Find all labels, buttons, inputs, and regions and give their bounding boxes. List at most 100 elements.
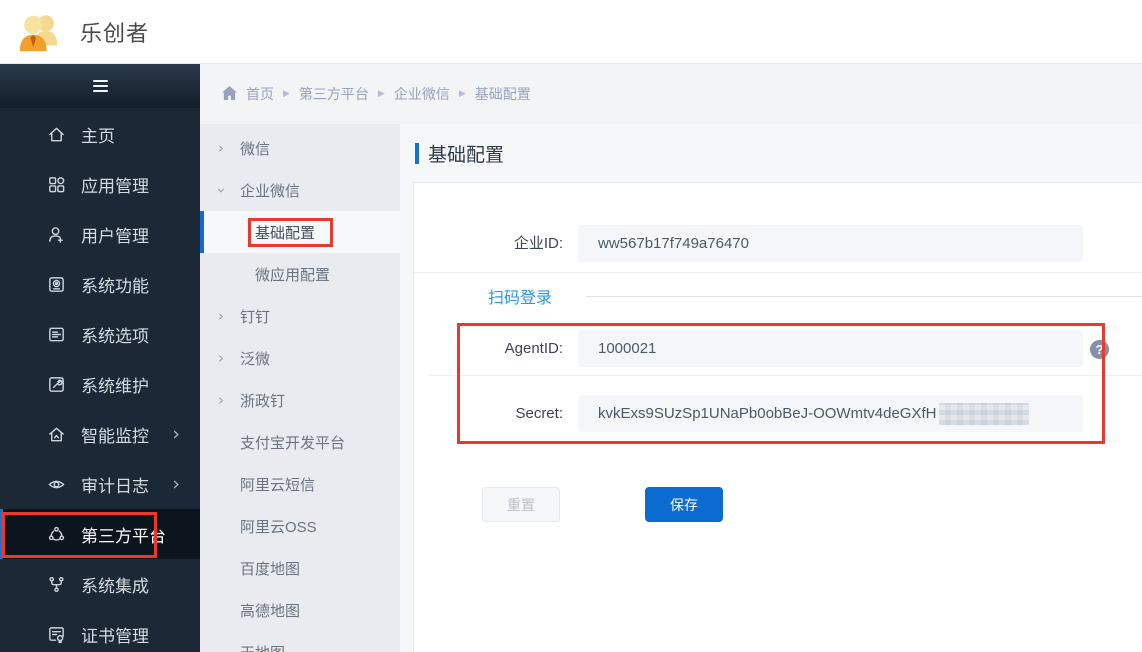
agent-id-input[interactable]: 1000021 — [578, 330, 1083, 367]
webcam-icon — [46, 274, 66, 294]
submenu-item-gaode-map[interactable]: 高德地图 — [200, 589, 400, 631]
breadcrumb: 首页 ▶ 第三方平台 ▶ 企业微信 ▶ 基础配置 — [222, 84, 531, 104]
reset-button[interactable]: 重置 — [482, 487, 560, 522]
chevron-right-icon: › — [218, 393, 240, 408]
submenu-item-tianditu[interactable]: 天地图 — [200, 631, 400, 652]
sidebar-item-system-maintenance[interactable]: 系统维护 — [0, 359, 200, 409]
submenu-item-label: 浙政钉 — [240, 390, 285, 411]
chevron-down-icon: › — [218, 183, 240, 198]
apps-grid-icon — [46, 174, 66, 194]
sidebar: 主页 应用管理 用户管理 系统功能 系统选项 — [0, 64, 200, 652]
submenu-item-label: 基础配置 — [255, 222, 315, 243]
submenu-item-label: 支付宝开发平台 — [240, 432, 345, 453]
sidebar-item-user-management[interactable]: 用户管理 — [0, 209, 200, 259]
breadcrumb-item[interactable]: 基础配置 — [475, 84, 531, 104]
app-header: 乐创者 — [0, 0, 1142, 64]
sidebar-item-third-party-platform[interactable]: 第三方平台 — [0, 509, 200, 559]
sidebar-item-home[interactable]: 主页 — [0, 109, 200, 159]
submenu-item-basic-config[interactable]: 基础配置 — [200, 211, 400, 253]
secret-input[interactable]: kvkExs9SUzSp1UNaPb0obBeJ-OOWmtv4deGXfH — [578, 395, 1083, 432]
sidebar-item-system-integration[interactable]: 系统集成 — [0, 559, 200, 609]
row-divider — [430, 375, 1142, 376]
secret-value: kvkExs9SUzSp1UNaPb0obBeJ-OOWmtv4deGXfH — [598, 395, 936, 432]
submenu-item-aliyun-sms[interactable]: 阿里云短信 — [200, 463, 400, 505]
save-button[interactable]: 保存 — [645, 487, 723, 522]
corp-id-label: 企业ID: — [420, 225, 563, 262]
submenu-item-wechat[interactable]: › 微信 — [200, 127, 400, 169]
corp-id-input[interactable]: ww567b17f749a76470 — [578, 225, 1083, 262]
brand-logo-icon — [16, 8, 62, 56]
breadcrumb-bar: 首页 ▶ 第三方平台 ▶ 企业微信 ▶ 基础配置 — [200, 64, 1142, 124]
integration-branch-icon — [46, 574, 66, 594]
submenu-item-zhezhengding[interactable]: › 浙政钉 — [200, 379, 400, 421]
sidebar-item-label: 系统选项 — [81, 322, 149, 347]
chevron-right-icon: › — [218, 309, 240, 324]
submenu-item-label: 百度地图 — [240, 558, 300, 579]
help-icon[interactable]: ? — [1090, 340, 1109, 359]
brand-title: 乐创者 — [80, 16, 149, 48]
third-party-nodes-icon — [46, 524, 66, 544]
list-settings-icon — [46, 324, 66, 344]
submenu-item-micro-app-config[interactable]: 微应用配置 — [200, 253, 400, 295]
sidebar-item-label: 用户管理 — [81, 222, 149, 247]
home-icon — [46, 124, 66, 144]
sidebar-item-label: 系统维护 — [81, 372, 149, 397]
sidebar-collapse-toggle[interactable] — [0, 64, 200, 108]
sidebar-item-certificate-management[interactable]: 证书管理 — [0, 609, 200, 652]
sidebar-nav: 主页 应用管理 用户管理 系统功能 系统选项 — [0, 108, 200, 652]
hamburger-icon — [93, 77, 108, 95]
wrench-icon — [46, 374, 66, 394]
submenu-item-label: 微信 — [240, 138, 270, 159]
breadcrumb-separator: ▶ — [459, 89, 466, 99]
agent-id-label: AgentID: — [420, 330, 563, 367]
masked-secret-blur — [939, 403, 1029, 425]
submenu-item-fanwei[interactable]: › 泛微 — [200, 337, 400, 379]
sidebar-item-audit-log[interactable]: 审计日志 › — [0, 459, 200, 509]
sidebar-item-apps[interactable]: 应用管理 — [0, 159, 200, 209]
sidebar-item-label: 审计日志 — [81, 472, 149, 497]
submenu-item-label: 钉钉 — [240, 306, 270, 327]
sidebar-item-label: 应用管理 — [81, 172, 149, 197]
submenu-item-label: 高德地图 — [240, 600, 300, 621]
section-divider — [586, 296, 1142, 297]
sidebar-item-system-features[interactable]: 系统功能 — [0, 259, 200, 309]
scan-login-section-title: 扫码登录 — [488, 284, 552, 308]
submenu-item-label: 阿里云短信 — [240, 474, 315, 495]
breadcrumb-home-icon — [222, 86, 237, 103]
submenu-item-label: 微应用配置 — [255, 264, 330, 285]
submenu-item-label: 泛微 — [240, 348, 270, 369]
page-title-text: 基础配置 — [428, 140, 504, 167]
chevron-right-icon: › — [172, 475, 180, 494]
breadcrumb-item[interactable]: 第三方平台 — [299, 84, 369, 104]
chevron-right-icon: › — [218, 351, 240, 366]
sidebar-item-label: 系统功能 — [81, 272, 149, 297]
title-accent-bar — [415, 143, 419, 164]
breadcrumb-item[interactable]: 首页 — [246, 84, 274, 104]
submenu-panel: › 微信 › 企业微信 基础配置 微应用配置 › 钉钉 › 泛微 › 浙政钉 支… — [200, 124, 400, 652]
submenu-item-label: 天地图 — [240, 642, 285, 652]
chevron-right-icon: › — [172, 425, 180, 444]
secret-label: Secret: — [420, 395, 563, 432]
submenu-item-dingtalk[interactable]: › 钉钉 — [200, 295, 400, 337]
user-icon — [46, 224, 66, 244]
submenu-item-label: 企业微信 — [240, 180, 300, 201]
sidebar-item-label: 第三方平台 — [81, 522, 166, 547]
sidebar-item-system-options[interactable]: 系统选项 — [0, 309, 200, 359]
main-content: 基础配置 企业ID: ww567b17f749a76470 扫码登录 Agent… — [400, 124, 1142, 652]
submenu-item-aliyun-oss[interactable]: 阿里云OSS — [200, 505, 400, 547]
submenu-item-label: 阿里云OSS — [240, 516, 317, 537]
row-divider — [413, 272, 1142, 273]
sidebar-item-monitoring[interactable]: 智能监控 › — [0, 409, 200, 459]
monitor-gauge-icon — [46, 424, 66, 444]
submenu-item-alipay-platform[interactable]: 支付宝开发平台 — [200, 421, 400, 463]
breadcrumb-item[interactable]: 企业微信 — [394, 84, 450, 104]
page-title: 基础配置 — [415, 140, 504, 167]
breadcrumb-separator: ▶ — [283, 89, 290, 99]
breadcrumb-separator: ▶ — [378, 89, 385, 99]
sidebar-item-label: 智能监控 — [81, 422, 149, 447]
submenu-item-wecom[interactable]: › 企业微信 — [200, 169, 400, 211]
sidebar-item-label: 系统集成 — [81, 572, 149, 597]
chevron-right-icon: › — [218, 141, 240, 156]
submenu-item-baidu-map[interactable]: 百度地图 — [200, 547, 400, 589]
certificate-icon — [46, 624, 66, 644]
